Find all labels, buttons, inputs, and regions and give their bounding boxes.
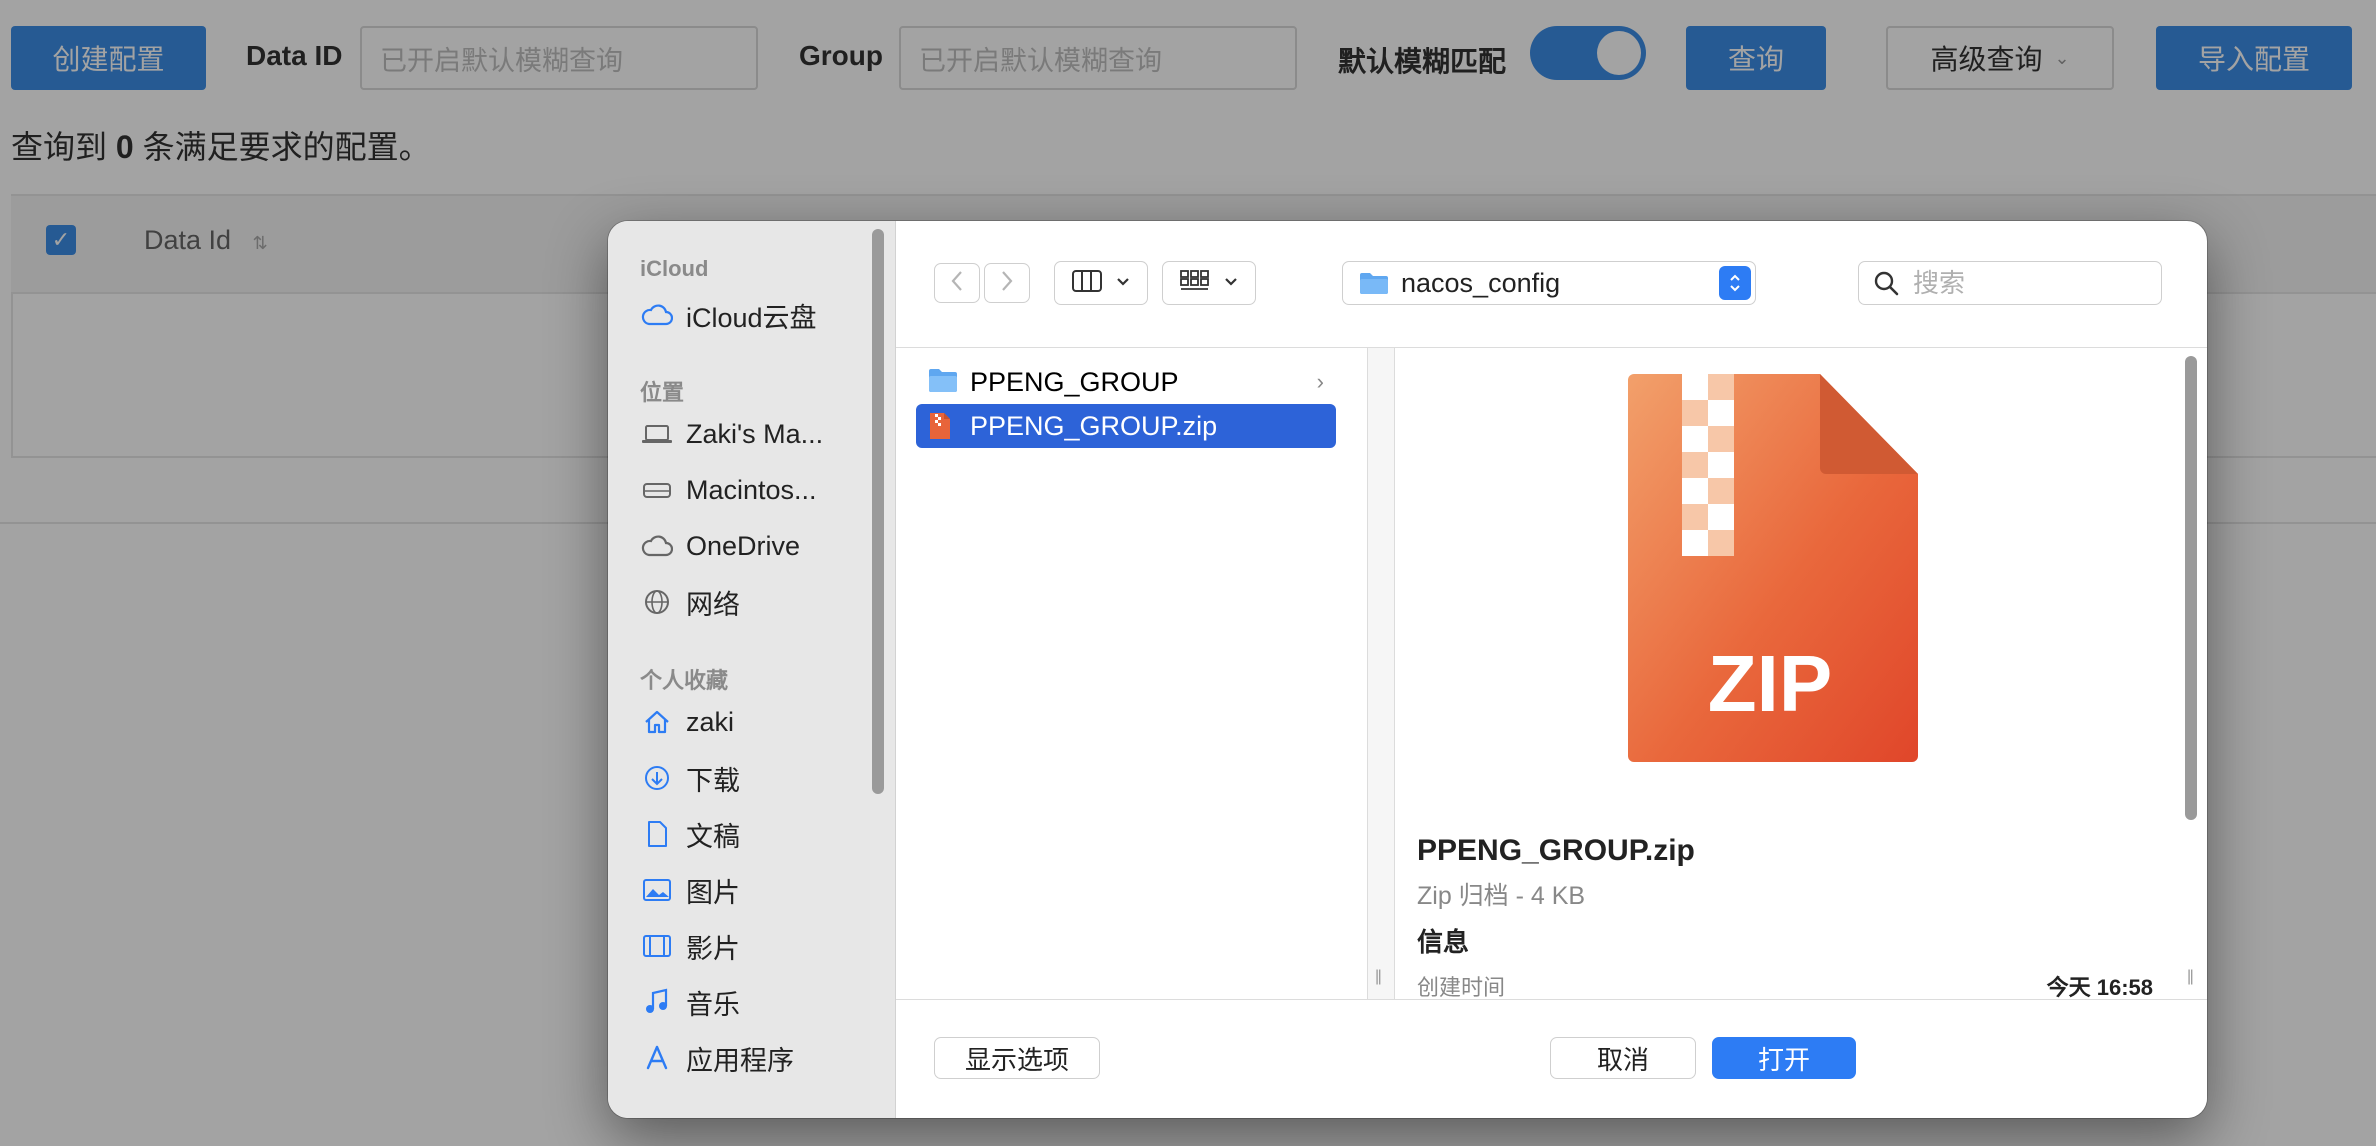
location-label: nacos_config — [1401, 267, 1561, 298]
preview-file-kind: Zip 归档 - 4 KB — [1417, 882, 1586, 910]
film-icon — [640, 929, 674, 963]
cloud-icon — [640, 298, 674, 332]
sidebar-section-locations: 位置 — [640, 380, 685, 405]
sidebar-item-label: Macintos... — [686, 474, 817, 505]
column-view-button[interactable] — [1054, 261, 1148, 305]
file-name: PPENG_GROUP.zip — [970, 410, 1218, 441]
file-name: PPENG_GROUP — [970, 366, 1179, 397]
dialog-sidebar: iCloud iCloud云盘 位置 Zaki's Ma... Macintos… — [608, 221, 896, 1118]
sidebar-item-label: 文稿 — [686, 821, 740, 852]
sidebar-item-label: 下载 — [686, 765, 740, 796]
search-icon — [1873, 270, 1899, 296]
sidebar-item-label: 影片 — [686, 933, 740, 964]
preview-info-heading: 信息 — [1417, 927, 1470, 957]
sidebar-item-music[interactable]: 音乐 — [640, 980, 740, 1024]
disk-icon — [640, 473, 674, 507]
zip-preview-icon: ZIP — [1620, 374, 1920, 769]
sidebar-item-icloud-drive[interactable]: iCloud云盘 — [640, 293, 817, 337]
sidebar-section-favorites: 个人收藏 — [640, 668, 729, 693]
sidebar-item-label: Zaki's Ma... — [686, 418, 824, 449]
dialog-footer: 显示选项 取消 打开 — [896, 999, 2207, 1118]
sidebar-item-label: 音乐 — [686, 989, 740, 1020]
sidebar-item-pictures[interactable]: 图片 — [640, 868, 740, 912]
column-resize-handle[interactable]: | | — [1368, 348, 1395, 1000]
forward-button[interactable] — [984, 263, 1030, 303]
sidebar-item-movies[interactable]: 影片 — [640, 924, 740, 968]
back-button[interactable] — [934, 263, 980, 303]
stepper-icon — [1719, 266, 1751, 300]
sidebar-item-downloads[interactable]: 下载 — [640, 756, 740, 800]
sidebar-item-label: zaki — [686, 706, 735, 737]
resize-grip-icon[interactable]: | | — [2187, 968, 2194, 986]
zip-file-icon — [928, 411, 958, 441]
sidebar-item-label: 图片 — [686, 877, 740, 908]
file-column: PPENG_GROUP › PPENG_GROUP.zip — [896, 348, 1368, 1000]
search-field[interactable] — [1858, 261, 2162, 305]
sidebar-item-label: iCloud云盘 — [686, 302, 817, 333]
cloud-icon — [640, 529, 674, 563]
folder-icon — [1359, 271, 1389, 295]
sidebar-item-mac[interactable]: Zaki's Ma... — [640, 412, 823, 456]
cancel-button[interactable]: 取消 — [1550, 1037, 1696, 1079]
home-icon — [640, 705, 674, 739]
location-popup[interactable]: nacos_config — [1342, 261, 1756, 305]
sidebar-item-macintosh-hd[interactable]: Macintos... — [640, 468, 817, 512]
sidebar-item-home[interactable]: zaki — [640, 700, 734, 744]
grid-icon — [1180, 269, 1210, 297]
list-item-zip-selected[interactable]: PPENG_GROUP.zip — [916, 404, 1336, 448]
folder-icon — [928, 367, 958, 397]
chevron-left-icon — [950, 270, 964, 297]
document-icon — [640, 817, 674, 851]
columns-icon — [1072, 269, 1102, 297]
laptop-icon — [640, 417, 674, 451]
group-view-button[interactable] — [1162, 261, 1256, 305]
preview-created-value: 今天 16:58 — [2046, 975, 2153, 1000]
resize-grip-icon: | | — [1375, 968, 1382, 985]
sidebar-item-label: 应用程序 — [686, 1045, 794, 1076]
download-icon — [640, 761, 674, 795]
apps-icon — [640, 1041, 674, 1075]
dialog-toolbar: nacos_config — [896, 221, 2207, 347]
zip-badge-text: ZIP — [1707, 639, 1833, 728]
globe-icon — [640, 585, 674, 619]
preview-scrollbar[interactable] — [2185, 356, 2197, 820]
list-item-folder[interactable]: PPENG_GROUP › — [916, 360, 1336, 404]
file-browser: PPENG_GROUP › PPENG_GROUP.zip | | ZIP PP… — [896, 347, 2207, 1000]
preview-file-name: PPENG_GROUP.zip — [1417, 834, 1695, 867]
show-options-button[interactable]: 显示选项 — [934, 1037, 1100, 1079]
sidebar-item-onedrive[interactable]: OneDrive — [640, 524, 800, 568]
chevron-down-icon — [1224, 274, 1238, 292]
music-icon — [640, 985, 674, 1019]
preview-pane: ZIP PPENG_GROUP.zip Zip 归档 - 4 KB 信息 创建时… — [1395, 348, 2183, 1000]
sidebar-section-icloud: iCloud — [640, 256, 709, 281]
sidebar-item-applications[interactable]: 应用程序 — [640, 1036, 794, 1080]
preview-created-label: 创建时间 — [1417, 975, 1506, 1000]
sidebar-item-label: OneDrive — [686, 530, 801, 561]
open-button[interactable]: 打开 — [1712, 1037, 1856, 1079]
sidebar-item-documents[interactable]: 文稿 — [640, 812, 740, 856]
chevron-down-icon — [1116, 274, 1130, 292]
chevron-right-icon — [1000, 270, 1014, 297]
sidebar-item-label: 网络 — [686, 589, 740, 620]
file-open-dialog: iCloud iCloud云盘 位置 Zaki's Ma... Macintos… — [608, 221, 2207, 1118]
photo-icon — [640, 873, 674, 907]
sidebar-scrollbar[interactable] — [872, 229, 884, 794]
chevron-right-icon: › — [1316, 369, 1324, 394]
search-input[interactable] — [1911, 266, 2135, 300]
sidebar-item-network[interactable]: 网络 — [640, 580, 740, 624]
